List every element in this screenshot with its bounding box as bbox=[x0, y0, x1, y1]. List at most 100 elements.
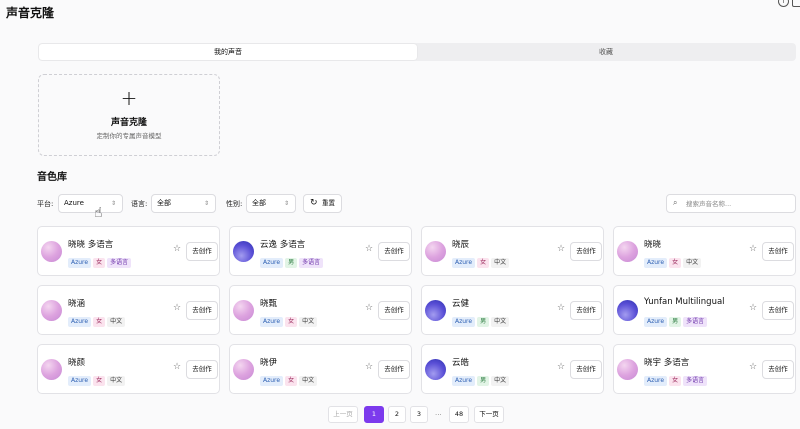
create-button[interactable]: 去创作 bbox=[762, 301, 794, 320]
voice-name: 晓甄 bbox=[260, 299, 278, 309]
voice-name: 云皓 bbox=[452, 358, 470, 368]
next-page-button[interactable]: 下一页 bbox=[474, 406, 504, 423]
voice-card[interactable]: 晓伊 Azure 女中文 ☆ 去创作 bbox=[229, 344, 412, 394]
voice-card[interactable]: 晓涵 Azure 女中文 ☆ 去创作 bbox=[37, 285, 220, 335]
create-button[interactable]: 去创作 bbox=[186, 360, 218, 379]
voice-tag: 中文 bbox=[299, 317, 318, 327]
tab-my-voices[interactable]: 我的声音 bbox=[39, 44, 417, 60]
voice-name: 晓辰 bbox=[452, 240, 470, 250]
create-button[interactable]: 去创作 bbox=[186, 301, 218, 320]
voice-tag: 女 bbox=[669, 258, 682, 268]
favorite-star-icon[interactable]: ☆ bbox=[749, 362, 757, 372]
create-button[interactable]: 去创作 bbox=[762, 242, 794, 261]
platform-select[interactable]: Azure ⇕ bbox=[58, 194, 123, 213]
pagination-ellipsis: ... bbox=[435, 409, 442, 417]
favorite-star-icon[interactable]: ☆ bbox=[557, 303, 565, 313]
voice-name: 晓颜 bbox=[68, 358, 86, 368]
create-button[interactable]: 去创作 bbox=[186, 242, 218, 261]
voice-tags: Azure 男多语言 bbox=[260, 258, 324, 268]
page-button[interactable]: 1 bbox=[364, 406, 384, 423]
voice-tag: 中文 bbox=[299, 376, 318, 386]
voice-tags: Azure 女中文 bbox=[452, 258, 510, 268]
voice-tag: Azure bbox=[644, 317, 668, 327]
voice-tags: Azure 女中文 bbox=[68, 376, 126, 386]
create-button[interactable]: 去创作 bbox=[378, 242, 410, 261]
voice-card[interactable]: 晓颜 Azure 女中文 ☆ 去创作 bbox=[37, 344, 220, 394]
voice-tag: 多语言 bbox=[683, 317, 708, 327]
page-button[interactable]: 2 bbox=[388, 406, 406, 423]
reset-button[interactable]: ↻ 重置 bbox=[303, 194, 342, 213]
voice-tag: 女 bbox=[93, 258, 106, 268]
voice-name: 晓宇 多语言 bbox=[644, 358, 690, 368]
language-label: 语言: bbox=[131, 200, 148, 208]
voice-library-title: 音色库 bbox=[37, 172, 67, 183]
gender-select[interactable]: 全部 ⇕ bbox=[246, 194, 296, 213]
page-button[interactable]: 3 bbox=[410, 406, 428, 423]
voice-tag: Azure bbox=[260, 376, 284, 386]
avatar bbox=[617, 300, 638, 321]
avatar bbox=[233, 359, 254, 380]
avatar bbox=[233, 300, 254, 321]
voice-tags: Azure 女中文 bbox=[68, 317, 126, 327]
voice-tag: Azure bbox=[260, 317, 284, 327]
voice-tag: 女 bbox=[477, 258, 490, 268]
chat-icon[interactable] bbox=[792, 0, 800, 7]
voice-tag: 中文 bbox=[491, 317, 510, 327]
favorite-star-icon[interactable]: ☆ bbox=[749, 244, 757, 254]
search-input[interactable] bbox=[686, 197, 786, 211]
voice-card[interactable]: 晓甄 Azure 女中文 ☆ 去创作 bbox=[229, 285, 412, 335]
voice-tags: Azure 女多语言 bbox=[68, 258, 132, 268]
create-button[interactable]: 去创作 bbox=[570, 301, 602, 320]
voice-name: 晓晓 多语言 bbox=[68, 240, 114, 250]
voice-tag: 女 bbox=[93, 376, 106, 386]
voice-tags: Azure 男中文 bbox=[452, 317, 510, 327]
voice-card[interactable]: 晓晓 多语言 Azure 女多语言 ☆ 去创作 bbox=[37, 226, 220, 276]
voice-tag: 男 bbox=[477, 317, 490, 327]
favorite-star-icon[interactable]: ☆ bbox=[557, 244, 565, 254]
create-button[interactable]: 去创作 bbox=[570, 242, 602, 261]
avatar bbox=[617, 241, 638, 262]
voice-card[interactable]: 晓晓 Azure 女中文 ☆ 去创作 bbox=[613, 226, 796, 276]
voice-card[interactable]: 云逸 多语言 Azure 男多语言 ☆ 去创作 bbox=[229, 226, 412, 276]
gender-value: 全部 bbox=[252, 199, 266, 207]
clone-card-subtitle: 定制你的专属声音模型 bbox=[96, 132, 162, 140]
voice-tag: 中文 bbox=[107, 317, 126, 327]
voice-card[interactable]: 云健 Azure 男中文 ☆ 去创作 bbox=[421, 285, 604, 335]
avatar bbox=[41, 300, 62, 321]
voice-tags: Azure 女中文 bbox=[644, 258, 702, 268]
create-button[interactable]: 去创作 bbox=[570, 360, 602, 379]
voice-tags: Azure 女多语言 bbox=[644, 376, 708, 386]
tab-favorites[interactable]: 收藏 bbox=[417, 44, 795, 60]
search-box[interactable]: ⌕ bbox=[666, 194, 796, 213]
favorite-star-icon[interactable]: ☆ bbox=[749, 303, 757, 313]
voice-tag: 中文 bbox=[683, 258, 702, 268]
voice-card[interactable]: 晓辰 Azure 女中文 ☆ 去创作 bbox=[421, 226, 604, 276]
avatar bbox=[233, 241, 254, 262]
voice-name: Yunfan Multilingual bbox=[644, 297, 725, 307]
language-select[interactable]: 全部 ⇕ bbox=[151, 194, 216, 213]
voice-clone-card[interactable]: + 声音克隆 定制你的专属声音模型 bbox=[38, 74, 220, 156]
favorite-star-icon[interactable]: ☆ bbox=[557, 362, 565, 372]
favorite-star-icon[interactable]: ☆ bbox=[173, 303, 181, 313]
create-button[interactable]: 去创作 bbox=[378, 360, 410, 379]
voice-tag: 男 bbox=[477, 376, 490, 386]
voice-card[interactable]: 云皓 Azure 男中文 ☆ 去创作 bbox=[421, 344, 604, 394]
favorite-star-icon[interactable]: ☆ bbox=[365, 244, 373, 254]
info-icon[interactable]: i bbox=[778, 0, 789, 7]
favorite-star-icon[interactable]: ☆ bbox=[365, 303, 373, 313]
create-button[interactable]: 去创作 bbox=[762, 360, 794, 379]
page-button[interactable]: 48 bbox=[449, 406, 469, 423]
plus-icon: + bbox=[120, 86, 138, 110]
voice-tag: 多语言 bbox=[683, 376, 708, 386]
favorite-star-icon[interactable]: ☆ bbox=[173, 244, 181, 254]
voice-card[interactable]: Yunfan Multilingual Azure 男多语言 ☆ 去创作 bbox=[613, 285, 796, 335]
refresh-icon: ↻ bbox=[310, 198, 318, 208]
avatar bbox=[425, 300, 446, 321]
chevron-updown-icon: ⇕ bbox=[110, 200, 116, 207]
create-button[interactable]: 去创作 bbox=[378, 301, 410, 320]
prev-page-button[interactable]: 上一页 bbox=[328, 406, 358, 423]
search-icon: ⌕ bbox=[673, 198, 678, 207]
favorite-star-icon[interactable]: ☆ bbox=[365, 362, 373, 372]
voice-card[interactable]: 晓宇 多语言 Azure 女多语言 ☆ 去创作 bbox=[613, 344, 796, 394]
favorite-star-icon[interactable]: ☆ bbox=[173, 362, 181, 372]
